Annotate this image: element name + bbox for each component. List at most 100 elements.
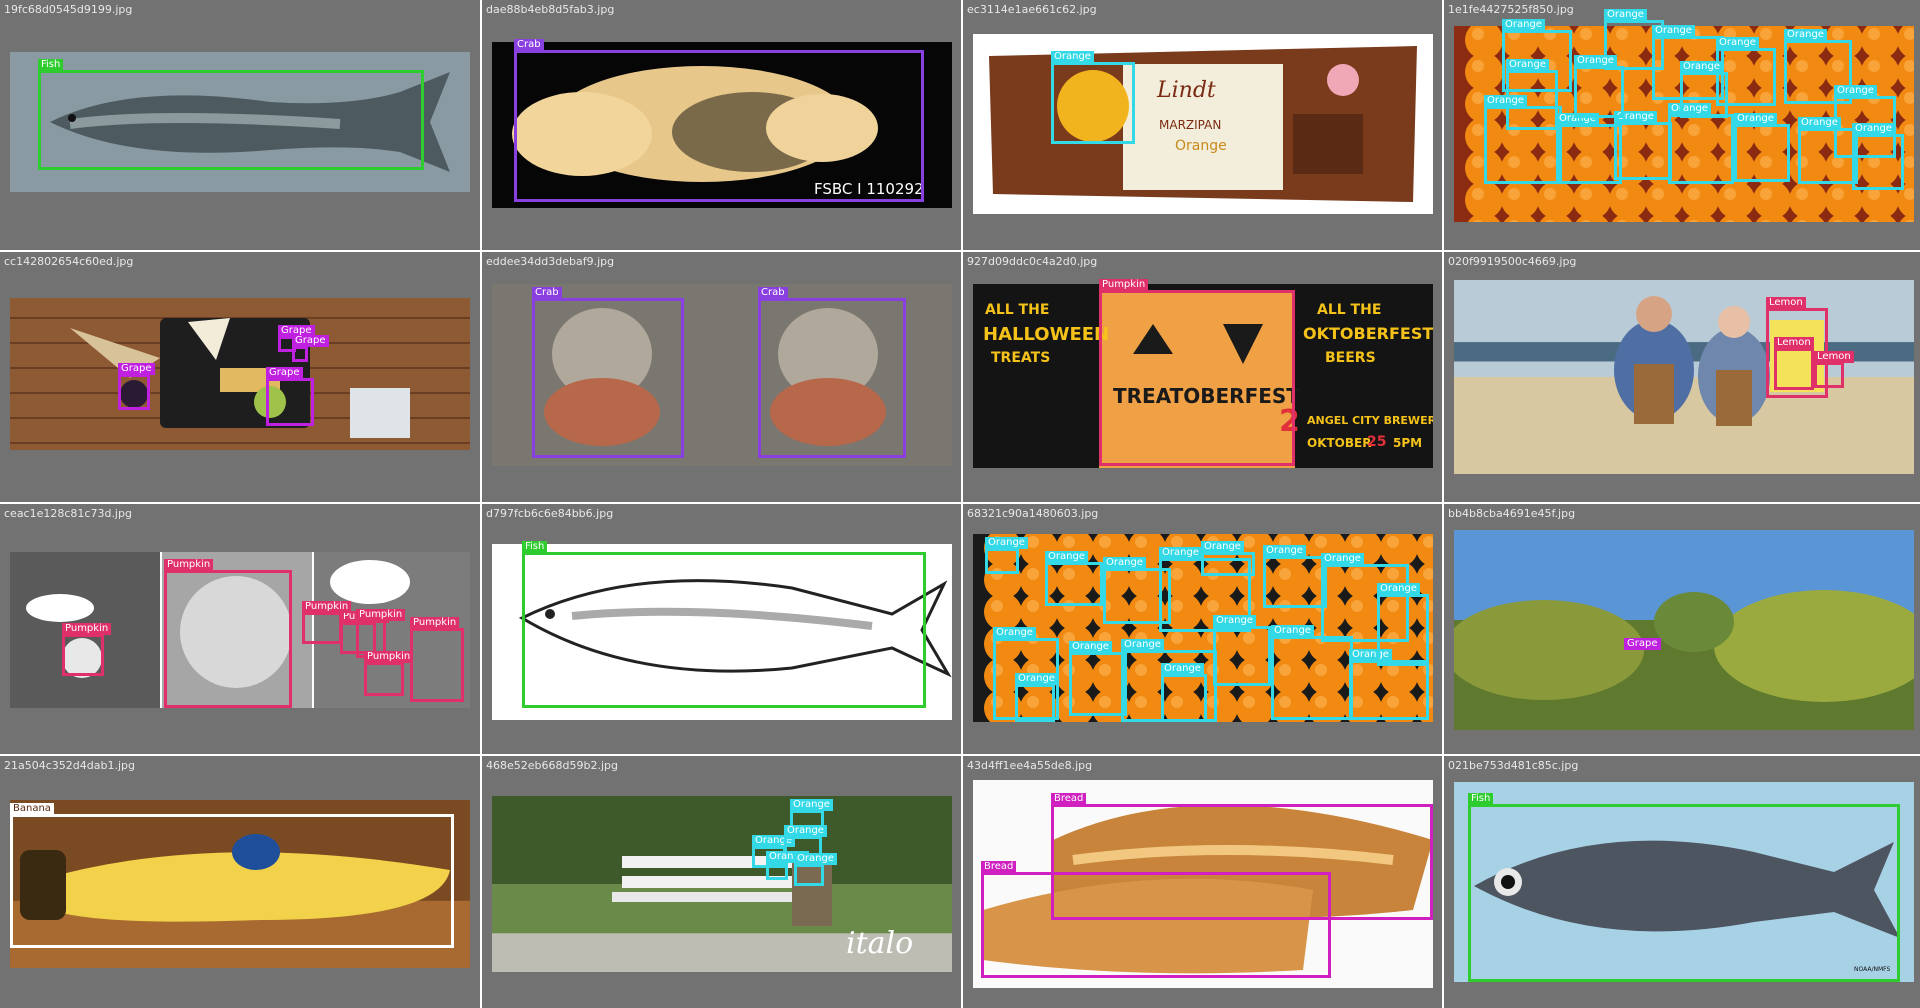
bounding-box-label: Grape (292, 335, 329, 347)
gallery-cell[interactable]: 927d09ddc0c4a2d0.jpg ALL THE HALLOWEEN TRE… (963, 252, 1442, 502)
bounding-box-pumpkin[interactable]: Pumpkin (164, 559, 292, 708)
bounding-box-orange[interactable]: Orange (766, 851, 809, 880)
bounding-box-label: Orange (1271, 625, 1314, 637)
photo-bar (1454, 280, 1914, 474)
gallery-cell[interactable]: ec3114e1ae661c62.jpg Lindt MARZIPAN Orange… (963, 0, 1442, 250)
image-thumbnail[interactable]: Lindt MARZIPAN Orange (973, 34, 1433, 214)
bounding-box-orange[interactable]: Orange (1614, 111, 1672, 180)
bounding-box-label: Pumpkin (410, 617, 460, 629)
photo-text: OKTOBERFEST (1303, 324, 1433, 343)
gallery-cell[interactable]: 1e1fe4427525f850.jpg Orange Orange Orange Or… (1444, 0, 1920, 250)
bounding-box-label: Orange (1069, 641, 1112, 653)
bounding-box-label: Orange (1201, 541, 1244, 553)
bounding-box-orange[interactable]: Orange (1574, 55, 1624, 118)
bounding-box-fish[interactable]: Fish (522, 541, 926, 708)
bounding-box-label: Orange (1574, 55, 1617, 67)
gallery-cell[interactable]: bb4b8cba4691e45f.jpg Grape (1444, 504, 1920, 754)
bounding-box-label: Bread (1051, 793, 1087, 805)
bounding-box-label: Orange (1321, 553, 1364, 565)
bounding-box-label: Orange (1680, 61, 1723, 73)
bounding-box-fish[interactable]: Fish (38, 59, 424, 170)
image-thumbnail[interactable] (1454, 280, 1914, 474)
bounding-box-orange[interactable]: Orange (1852, 123, 1904, 190)
bounding-box-label: Orange (1716, 37, 1759, 49)
gallery-cell[interactable]: 19fc68d0545d9199.jpg Fish (0, 0, 480, 250)
bounding-box-orange[interactable]: Orange (1271, 625, 1353, 720)
bounding-box-grape[interactable]: Grape (118, 363, 155, 410)
bounding-box-label: Orange (1784, 29, 1827, 41)
bounding-box-pumpkin[interactable]: Pumpkin (364, 651, 414, 696)
gallery-cell[interactable]: eddee34dd3debaf9.jpg Crab Crab (482, 252, 961, 502)
bounding-box-label: Crab (532, 287, 562, 299)
bounding-box-orange[interactable]: Orange (985, 537, 1028, 574)
bounding-box-grape[interactable]: Grape (1454, 530, 1661, 650)
image-filename: ec3114e1ae661c62.jpg (967, 3, 1097, 16)
image-thumbnail[interactable] (10, 298, 470, 450)
bounding-box-crab[interactable]: Crab (758, 287, 906, 458)
image-filename: 68321c90a1480603.jpg (967, 507, 1099, 520)
gallery-cell[interactable]: 43d4ff1ee4a55de8.jpg Bread Bread (963, 756, 1442, 1008)
bounding-box-label: Orange (1734, 113, 1777, 125)
bounding-box-orange[interactable]: Orange (1556, 113, 1622, 184)
bounding-box-orange[interactable]: Orange (1069, 641, 1127, 716)
image-filename: cc142802654c60ed.jpg (4, 255, 134, 268)
bounding-box-banana[interactable]: Banana (10, 803, 454, 948)
bounding-box-label: Fish (38, 59, 64, 71)
gallery-cell[interactable]: 020f9919500c4669.jpg Lemon Lemon Lemon (1444, 252, 1920, 502)
bounding-box-orange[interactable]: Orange (1015, 673, 1058, 722)
image-thumbnail[interactable] (1454, 530, 1914, 730)
bounding-box-label: Orange (1263, 545, 1306, 557)
bounding-box-pumpkin[interactable]: Pumpkin (302, 601, 352, 644)
bounding-box-orange[interactable]: Orange (1045, 551, 1103, 606)
bounding-box-bread[interactable]: Bread (981, 861, 1331, 978)
bounding-box-lemon[interactable]: Lemon (1814, 351, 1854, 388)
bounding-box-orange[interactable]: Orange (1680, 61, 1728, 118)
bounding-box-pumpkin[interactable]: Pumpkin (1099, 279, 1295, 466)
photo-text: HALLOWEEN (983, 324, 1110, 345)
bounding-box-label: Grape (1624, 638, 1661, 650)
photo-cheese-board (10, 298, 470, 450)
gallery-cell[interactable]: 021be753d481c85c.jpg NOAA/NMFS Fish (1444, 756, 1920, 1008)
bounding-box-orange[interactable]: Orange (1213, 615, 1271, 686)
gallery-cell[interactable]: 468e52eb668d59b2.jpg italo Orange Orange Or… (482, 756, 961, 1008)
bounding-box-orange[interactable]: Orange (1201, 541, 1255, 576)
bounding-box-orange[interactable]: Orange (794, 853, 837, 886)
bounding-box-label: Orange (794, 853, 837, 865)
gallery-cell[interactable]: 21a504c352d4dab1.jpg Banana (0, 756, 480, 1008)
image-filename: d797fcb6c6e84bb6.jpg (486, 507, 614, 520)
image-thumbnail[interactable]: italo (492, 796, 952, 972)
image-filename: 21a504c352d4dab1.jpg (4, 759, 135, 772)
bounding-box-orange[interactable]: Orange (1668, 103, 1734, 184)
gallery-cell[interactable]: 68321c90a1480603.jpg Orange Orange Orange Or… (963, 504, 1442, 754)
image-filename: dae88b4eb8d5fab3.jpg (486, 3, 615, 16)
gallery-cell[interactable]: cc142802654c60ed.jpg Grape Grape Grape Grap… (0, 252, 480, 502)
bounding-box-grape[interactable]: Grape (266, 367, 314, 426)
bounding-box-label: Orange (1484, 95, 1527, 107)
bounding-box-label: Pumpkin (1099, 279, 1149, 291)
bounding-box-orange[interactable]: Orange (1051, 51, 1135, 144)
bounding-box-label: Pumpkin (164, 559, 214, 571)
bounding-box-fish[interactable]: Fish (1468, 793, 1900, 982)
bounding-box-orange[interactable]: Orange (1798, 117, 1858, 184)
bounding-box-pumpkin[interactable]: Pumpkin (410, 617, 464, 702)
gallery-cell[interactable]: dae88b4eb8d5fab3.jpg FSBC I 110292 Crab (482, 0, 961, 250)
bounding-box-grape[interactable]: Grape (292, 335, 329, 362)
bounding-box-crab[interactable]: Crab (532, 287, 684, 458)
bounding-box-orange[interactable]: Orange (1263, 545, 1327, 608)
bounding-box-orange[interactable]: Orange (1377, 583, 1429, 666)
bounding-box-orange[interactable]: Orange (1484, 95, 1562, 184)
bounding-box-crab[interactable]: Crab (514, 39, 924, 202)
bounding-box-label: Pumpkin (364, 651, 414, 663)
bounding-box-orange[interactable]: Orange (1161, 663, 1207, 722)
bounding-box-label: Fish (522, 541, 548, 553)
bounding-box-pumpkin[interactable]: Pumpkin (62, 623, 112, 676)
gallery-cell[interactable]: d797fcb6c6e84bb6.jpg Fish (482, 504, 961, 754)
gallery-cell[interactable]: ceac1e128c81c73d.jpg Pumpkin Pumpkin Pumpk… (0, 504, 480, 754)
bounding-box-label: Orange (1652, 25, 1695, 37)
photo-text: MARZIPAN (1159, 118, 1222, 132)
bounding-box-orange[interactable]: Orange (1349, 649, 1429, 720)
photo-text: italo (846, 926, 914, 961)
bounding-box-lemon[interactable]: Lemon (1774, 337, 1814, 390)
bounding-box-orange[interactable]: Orange (1734, 113, 1790, 182)
bounding-box-label: Orange (1213, 615, 1256, 627)
